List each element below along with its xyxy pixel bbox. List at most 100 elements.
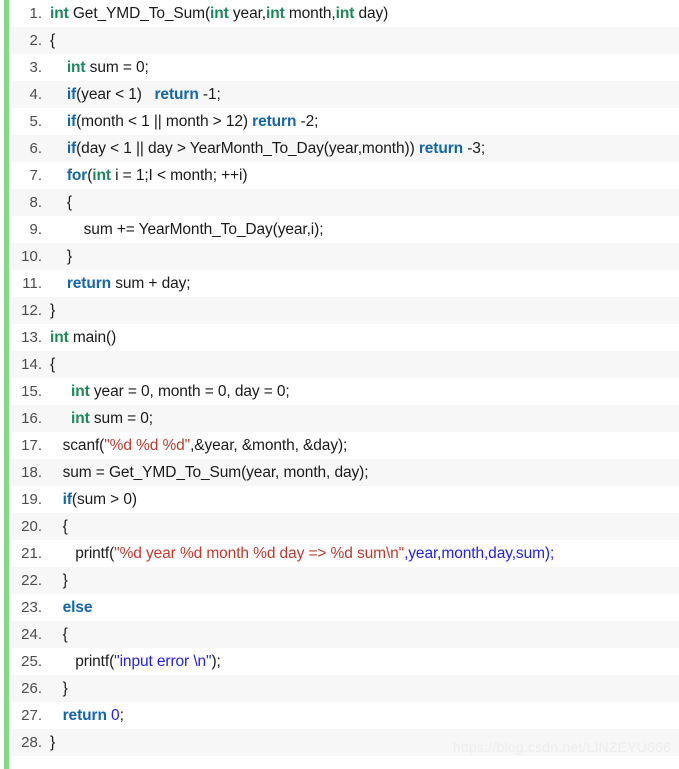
line-code: printf("%d year %d month %d day => %d su… xyxy=(50,540,679,567)
code-token: else xyxy=(62,599,93,616)
code-line: 6. if(day < 1 || day > YearMonth_To_Day(… xyxy=(11,135,679,162)
code-token: } xyxy=(50,302,56,319)
code-token: int xyxy=(66,59,86,76)
line-number: 4. xyxy=(29,86,42,103)
code-token: } xyxy=(50,572,68,589)
code-token: (year < 1) xyxy=(76,86,155,103)
code-line: 26. } xyxy=(11,675,679,702)
code-line-list: 1. int Get_YMD_To_Sum(int year,int month,… xyxy=(11,0,679,756)
code-line: 27. return 0; xyxy=(11,702,679,729)
code-token: day) xyxy=(354,5,389,22)
code-line: 25. printf("input error \n"); xyxy=(11,648,679,675)
code-token: int xyxy=(50,5,69,22)
code-line: 24. { xyxy=(11,621,679,648)
line-code: { xyxy=(50,351,679,378)
line-code: sum = Get_YMD_To_Sum(year, month, day); xyxy=(50,459,679,486)
code-token: int xyxy=(92,167,111,184)
code-token: i = 1;I < month; ++i) xyxy=(110,167,248,184)
code-token: sum += YearMonth_To_Day(year,i); xyxy=(50,221,324,238)
code-token: sum = Get_YMD_To_Sum(year, month, day); xyxy=(50,464,369,481)
code-token: sum + day; xyxy=(111,275,191,292)
line-number: 3. xyxy=(29,59,42,76)
line-code: return 0; xyxy=(50,702,679,729)
line-code: { xyxy=(50,27,679,54)
code-token: (day < 1 || day > YearMonth_To_Day(year,… xyxy=(76,140,419,157)
line-code: if(month < 1 || month > 12) return -2; xyxy=(50,108,679,135)
code-token: year, xyxy=(228,5,266,22)
code-token: "input error \n" xyxy=(114,653,212,670)
code-line: 12.} xyxy=(11,297,679,324)
code-token: ,year,month,day,sum); xyxy=(404,545,555,562)
code-token: ); xyxy=(211,653,221,670)
line-number: 13. xyxy=(21,329,42,346)
line-code: } xyxy=(50,567,679,594)
code-line: 17. scanf("%d %d %d",&year, &month, &day… xyxy=(11,432,679,459)
code-token: main() xyxy=(68,329,117,346)
code-token: printf( xyxy=(50,653,115,670)
code-token: sum = 0; xyxy=(89,410,153,427)
line-number: 17. xyxy=(21,437,42,454)
code-line: 18. sum = Get_YMD_To_Sum(year, month, da… xyxy=(11,459,679,486)
code-token: sum = 0; xyxy=(85,59,149,76)
line-number: 20. xyxy=(21,518,42,535)
line-code: if(day < 1 || day > YearMonth_To_Day(yea… xyxy=(50,135,679,162)
code-token: } xyxy=(50,248,72,265)
code-line: 15. int year = 0, month = 0, day = 0; xyxy=(11,378,679,405)
line-number: 9. xyxy=(29,221,42,238)
code-token: ,&year, &month, &day); xyxy=(190,437,348,454)
code-token: "%d %d %d" xyxy=(104,437,191,454)
code-token: int xyxy=(210,5,229,22)
code-snippet-block: 1. int Get_YMD_To_Sum(int year,int month,… xyxy=(0,0,679,769)
line-number: 22. xyxy=(21,572,42,589)
code-line: 7. for(int i = 1;I < month; ++i) xyxy=(11,162,679,189)
line-number: 1. xyxy=(29,5,42,22)
code-line: 5. if(month < 1 || month > 12) return -2… xyxy=(11,108,679,135)
code-line: 1. int Get_YMD_To_Sum(int year,int month,… xyxy=(11,0,679,27)
line-code: int main() xyxy=(50,324,679,351)
code-token: return xyxy=(62,707,107,724)
line-code: } xyxy=(50,297,679,324)
line-code: int Get_YMD_To_Sum(int year,int month,in… xyxy=(50,0,679,27)
code-token: { xyxy=(50,32,56,49)
code-token: { xyxy=(50,626,68,643)
line-number: 8. xyxy=(29,194,42,211)
line-number: 5. xyxy=(29,113,42,130)
line-code: } xyxy=(50,243,679,270)
line-code: { xyxy=(50,621,679,648)
code-token: -1; xyxy=(198,86,221,103)
code-token: for xyxy=(66,167,88,184)
code-line: 22. } xyxy=(11,567,679,594)
line-code: if(sum > 0) xyxy=(50,486,679,513)
left-accent-bar xyxy=(4,0,9,769)
code-token: if xyxy=(62,491,72,508)
code-token: int xyxy=(266,5,285,22)
line-number: 26. xyxy=(21,680,42,697)
code-token: 0 xyxy=(111,707,120,724)
code-line: 11. return sum + day; xyxy=(11,270,679,297)
line-number: 11. xyxy=(22,275,42,292)
code-line: 2. { xyxy=(11,27,679,54)
code-token: ; xyxy=(119,707,124,724)
code-token: month, xyxy=(284,5,336,22)
line-code: } xyxy=(50,729,679,756)
code-token: return xyxy=(252,113,297,130)
code-line: 8. { xyxy=(11,189,679,216)
code-token: Get_YMD_To_Sum( xyxy=(68,5,211,22)
line-number: 10. xyxy=(21,248,42,265)
line-number: 25. xyxy=(21,653,42,670)
line-number: 28. xyxy=(21,734,42,751)
code-line: 3. int sum = 0; xyxy=(11,54,679,81)
code-token: return xyxy=(154,86,199,103)
line-code: for(int i = 1;I < month; ++i) xyxy=(50,162,679,189)
code-token: { xyxy=(50,356,56,373)
code-token: -3; xyxy=(463,140,486,157)
